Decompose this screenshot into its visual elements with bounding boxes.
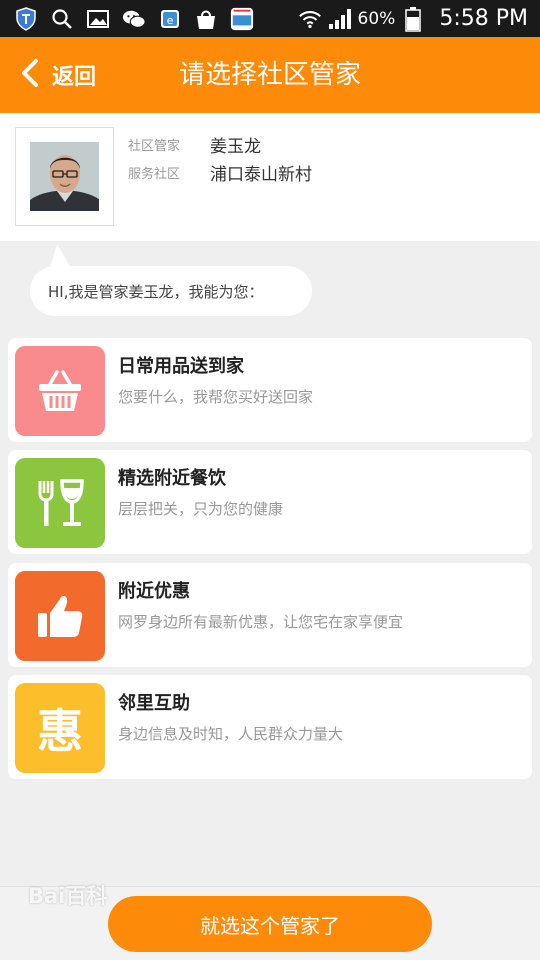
community-label: 服务社区 xyxy=(128,167,181,182)
page-title: 请选择社区管家 xyxy=(178,60,361,90)
shopping-bag-icon xyxy=(194,7,218,31)
service-card-deals[interactable]: 附近优惠 网罗身边所有最新优惠，让您宅在家享便宜 xyxy=(8,563,532,667)
hui-icon: 惠 xyxy=(15,683,105,773)
service-title: 精选附近餐饮 xyxy=(118,468,226,489)
choose-manager-button[interactable]: 就选这个管家了 xyxy=(108,896,432,952)
manager-name: 姜玉龙 xyxy=(210,137,261,157)
community-name: 浦口泰山新村 xyxy=(210,165,312,185)
avatar xyxy=(30,142,99,211)
wechat-icon xyxy=(122,7,146,31)
signal-icon xyxy=(328,7,352,31)
service-title: 日常用品送到家 xyxy=(118,356,244,377)
service-card-daily-goods[interactable]: 日常用品送到家 您要什么，我帮您买好送回家 xyxy=(8,338,532,442)
app-store-icon xyxy=(230,7,254,31)
service-description: 您要什么，我帮您买好送回家 xyxy=(118,388,314,406)
basket-icon xyxy=(15,346,105,436)
battery-percentage: 60% xyxy=(357,8,396,29)
manager-label: 社区管家 xyxy=(128,139,181,154)
service-description: 网罗身边所有最新优惠，让您宅在家享便宜 xyxy=(118,613,404,631)
thumbs-up-icon xyxy=(15,571,105,661)
svg-text:e: e xyxy=(167,14,174,27)
gallery-icon xyxy=(86,7,110,31)
greeting-bubble: HI,我是管家姜玉龙，我能为您： xyxy=(30,266,312,316)
hui-character: 惠 xyxy=(37,704,83,758)
service-title: 邻里互助 xyxy=(118,693,190,714)
service-card-dining[interactable]: 精选附近餐饮 层层把关，只为您的健康 xyxy=(8,450,532,554)
service-title: 附近优惠 xyxy=(118,581,190,602)
avatar-frame xyxy=(15,127,114,226)
fork-wineglass-icon xyxy=(15,458,105,548)
manager-row: 社区管家 姜玉龙 xyxy=(128,132,261,157)
service-card-neighbor-help[interactable]: 惠 邻里互助 身边信息及时知，人民群众力量大 xyxy=(8,675,532,779)
battery-icon xyxy=(401,6,425,32)
shield-icon xyxy=(14,6,38,31)
wifi-icon xyxy=(298,7,322,31)
browser-icon: e xyxy=(158,7,182,31)
service-description: 身边信息及时知，人民群众力量大 xyxy=(118,725,344,743)
manager-profile: 社区管家 姜玉龙 服务社区 浦口泰山新村 xyxy=(0,113,540,241)
app-header: 返回 请选择社区管家 xyxy=(0,37,540,113)
status-bar: e 60% 5:58 PM xyxy=(0,0,540,37)
community-row: 服务社区 浦口泰山新村 xyxy=(128,160,312,185)
watermark: Bai百科 xyxy=(28,884,108,908)
clock: 5:58 PM xyxy=(439,6,528,31)
service-description: 层层把关，只为您的健康 xyxy=(118,500,284,518)
bubble-tail xyxy=(50,244,71,268)
search-icon xyxy=(50,7,74,31)
